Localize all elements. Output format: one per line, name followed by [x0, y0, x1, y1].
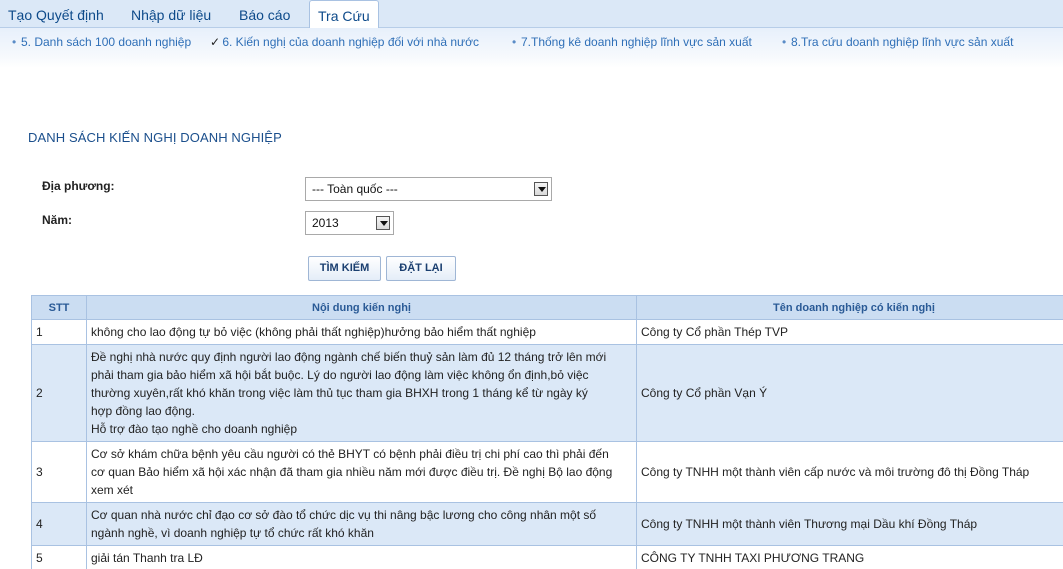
tab-create-decision[interactable]: Tạo Quyết định — [8, 0, 104, 28]
table-row: 4 Cơ quan nhà nước chỉ đạo cơ sở đào tổ … — [31, 502, 1063, 546]
row-stt: 1 — [31, 319, 87, 345]
row-content: không cho lao động tự bỏ việc (không phả… — [86, 319, 637, 345]
row-content: giải tán Thanh tra LĐ — [86, 545, 637, 569]
reset-button[interactable]: ĐẶT LẠI — [386, 256, 456, 281]
bullet-icon: • — [12, 35, 17, 49]
year-select[interactable]: 2013 — [305, 211, 394, 235]
subnav-enterprise-petitions[interactable]: ✓ 6. Kiến nghị của doanh nghiệp đối với … — [210, 35, 479, 49]
row-content: Đề nghị nhà nước quy định người lao động… — [86, 344, 637, 442]
subnav-label: 5. Danh sách 100 doanh nghiệp — [21, 35, 192, 49]
row-content: Cơ quan nhà nước chỉ đạo cơ sở đào tổ ch… — [86, 502, 637, 546]
content-line: thường xuyên,rất khó khăn trong việc làm… — [91, 386, 588, 400]
year-selected-value: 2013 — [312, 216, 339, 230]
row-stt: 4 — [31, 502, 87, 546]
chevron-down-icon[interactable] — [534, 182, 548, 196]
chevron-down-icon[interactable] — [376, 216, 390, 230]
content-line: Hỗ trợ đào tạo nghề cho doanh nghiệp — [91, 422, 298, 436]
content-line: xem xét — [91, 483, 134, 497]
tab-data-entry[interactable]: Nhập dữ liệu — [131, 0, 211, 28]
tab-lookup[interactable]: Tra Cứu — [309, 0, 379, 29]
subnav-label: 6. Kiến nghị của doanh nghiệp đối với nh… — [222, 35, 479, 49]
check-icon: ✓ — [210, 35, 221, 49]
table-row: 3 Cơ sở khám chữa bệnh yêu cầu người có … — [31, 441, 1063, 503]
row-content: Cơ sở khám chữa bệnh yêu cầu người có th… — [86, 441, 637, 503]
row-company: Công ty Cổ phần Vạn Ý — [636, 344, 1063, 442]
content-line: phải tham gia bảo hiểm xã hội bắt buộc. … — [91, 368, 589, 382]
row-company: Công ty TNHH một thành viên cấp nước và … — [636, 441, 1063, 503]
year-label: Năm: — [42, 213, 73, 227]
content-line: ngành nghề, vì doanh nghiệp tự tổ chức r… — [91, 526, 374, 540]
petitions-table: STT Nội dung kiến nghị Tên doanh nghiệp … — [31, 295, 1063, 569]
column-header-content: Nội dung kiến nghị — [86, 295, 637, 320]
column-header-stt: STT — [31, 295, 87, 320]
table-header-row: STT Nội dung kiến nghị Tên doanh nghiệp … — [31, 295, 1063, 320]
subnav-production-statistics[interactable]: • 7.Thống kê doanh nghiệp lĩnh vực sản xu… — [512, 35, 752, 49]
row-stt: 5 — [31, 545, 87, 569]
row-stt: 2 — [31, 344, 87, 442]
content-line: Cơ sở khám chữa bệnh yêu cầu người có th… — [91, 447, 609, 461]
subnav-list-100-enterprises[interactable]: • 5. Danh sách 100 doanh nghiệp — [12, 35, 191, 49]
page-title: DANH SÁCH KIẾN NGHỊ DOANH NGHIỆP — [28, 130, 282, 145]
table-row: 5 giải tán Thanh tra LĐ CÔNG TY TNHH TAX… — [31, 545, 1063, 569]
content-line: Cơ quan nhà nước chỉ đạo cơ sở đào tổ ch… — [91, 508, 597, 522]
row-company: CÔNG TY TNHH TAXI PHƯƠNG TRANG — [636, 545, 1063, 569]
tab-reports[interactable]: Báo cáo — [239, 0, 290, 28]
row-company: Công ty TNHH một thành viên Thương mại D… — [636, 502, 1063, 546]
top-menu-bar: Tạo Quyết định Nhập dữ liệu Báo cáo Tra … — [0, 0, 1063, 29]
table-row: 1 không cho lao động tự bỏ việc (không p… — [31, 319, 1063, 345]
subnav-label: 8.Tra cứu doanh nghiệp lĩnh vực sản xuất — [791, 35, 1014, 49]
sub-navigation: • 5. Danh sách 100 doanh nghiệp ✓ 6. Kiến… — [0, 28, 1063, 68]
content-line: giải tán Thanh tra LĐ — [91, 551, 203, 565]
bullet-icon: • — [782, 35, 787, 49]
column-header-company: Tên doanh nghiệp có kiến nghị — [636, 295, 1063, 320]
locality-selected-value: --- Toàn quốc --- — [312, 182, 398, 196]
bullet-icon: • — [512, 35, 517, 49]
content-line: Đề nghị nhà nước quy định người lao động… — [91, 350, 607, 364]
locality-select[interactable]: --- Toàn quốc --- — [305, 177, 552, 201]
row-company: Công ty Cổ phần Thép TVP — [636, 319, 1063, 345]
search-button[interactable]: TÌM KIẾM — [308, 256, 381, 281]
subnav-label: 7.Thống kê doanh nghiệp lĩnh vực sản xuấ… — [521, 35, 752, 49]
content-line: cơ quan Bảo hiểm xã hội xác nhận đã tham… — [91, 465, 613, 479]
locality-label: Địa phương: — [42, 179, 115, 193]
row-stt: 3 — [31, 441, 87, 503]
subnav-production-lookup[interactable]: • 8.Tra cứu doanh nghiệp lĩnh vực sản xuấ… — [782, 35, 1013, 49]
content-line: hợp đồng lao động. — [91, 404, 195, 418]
content-line: không cho lao động tự bỏ việc (không phả… — [91, 325, 536, 339]
table-row: 2 Đề nghị nhà nước quy định người lao độ… — [31, 344, 1063, 442]
